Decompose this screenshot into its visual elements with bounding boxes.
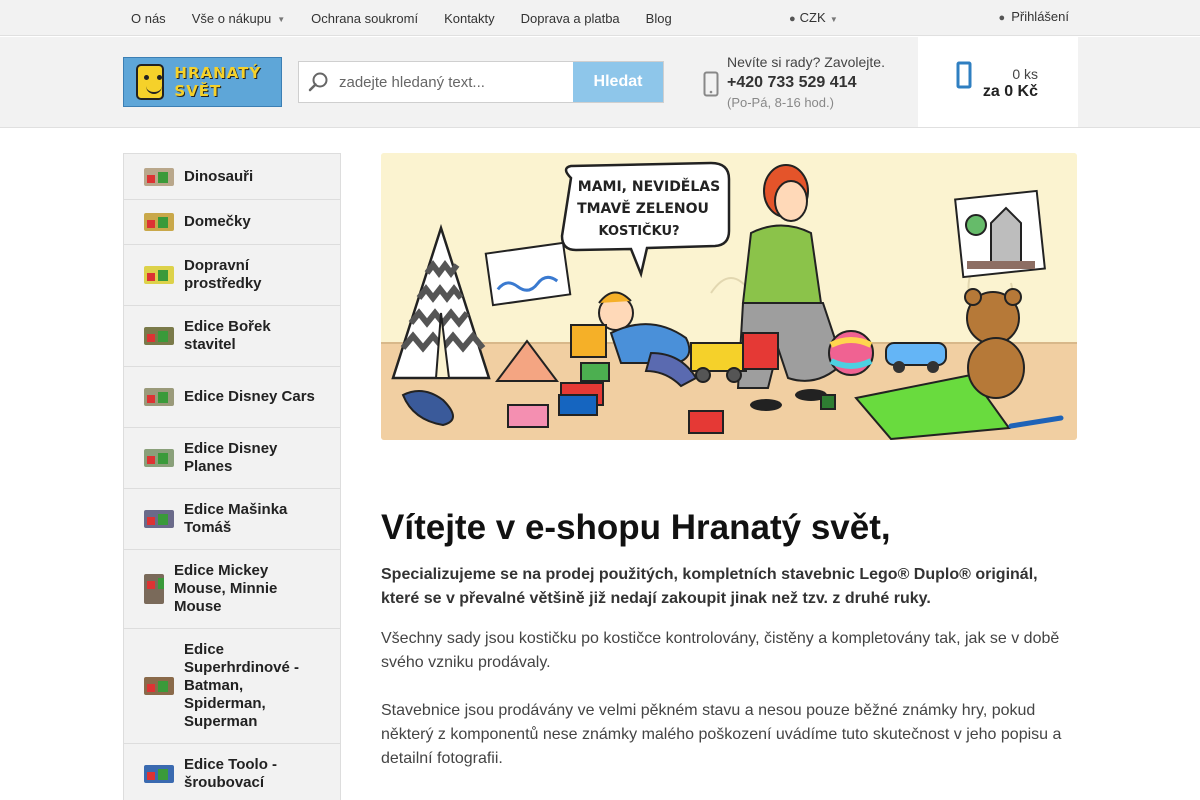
sidebar-item-thomas[interactable]: Edice Mašinka Tomáš (124, 488, 340, 549)
site-logo[interactable]: HRANATÝ SVĚT (123, 57, 282, 107)
banner-illustration: MAMI, NEVIDĚLAS TMAVĚ ZELENOU KOSTIČKU? (381, 153, 1077, 440)
category-thumbnail (144, 327, 174, 345)
sidebar-item-label: Edice Bořek stavitel (184, 318, 271, 353)
category-thumbnail (144, 449, 174, 467)
nav-shopping-info-label: Vše o nákupu (191, 10, 272, 26)
category-thumbnail (144, 266, 174, 284)
coins-icon: ● (789, 13, 796, 25)
sidebar-item-houses[interactable]: Domečky (124, 199, 340, 244)
logo-text: HRANATÝ SVĚT (174, 64, 262, 100)
intro-paragraph-1: Všechny sady jsou kostičku po kostičce k… (381, 630, 1060, 671)
sidebar-item-dinosaurs[interactable]: Dinosauři (124, 154, 340, 199)
category-thumbnail (144, 167, 174, 186)
category-thumbnail (144, 574, 164, 604)
wall-picture-left (484, 241, 572, 307)
help-phone[interactable]: +420 733 529 414 (727, 74, 885, 92)
nav-blog[interactable]: Blog (646, 11, 672, 26)
sidebar-item-label: Edice Disney Cars (184, 388, 315, 405)
header: HRANATÝ SVĚT Hledat Nevíte si rady? Zavo… (0, 37, 1200, 128)
sidebar-item-mickey-minnie[interactable]: Edice Mickey Mouse, Minnie Mouse (124, 549, 340, 628)
sidebar-item-disney-cars[interactable]: Edice Disney Cars (124, 366, 340, 427)
intro-lead: Specializujeme se na prodej použitých, k… (381, 566, 1038, 607)
category-thumbnail (144, 765, 174, 783)
sidebar-item-label: Dinosauři (184, 167, 254, 185)
nav-contacts[interactable]: Kontakty (444, 11, 495, 26)
user-icon: ● (998, 12, 1006, 24)
nav-about[interactable]: O nás (131, 11, 166, 26)
top-bar: O nás Vše o nákupu ▼ Ochrana soukromí Kon… (0, 0, 1200, 36)
logo-face-icon (136, 64, 165, 100)
search-icon (299, 62, 339, 102)
sidebar-item-label: Edice Disney Planes (184, 440, 278, 475)
sidebar-item-disney-planes[interactable]: Edice Disney Planes (124, 427, 340, 488)
search-bar: Hledat (298, 61, 664, 103)
nav-privacy[interactable]: Ochrana soukromí (311, 11, 418, 26)
sidebar-item-label: Edice Mašinka Tomáš (184, 501, 288, 536)
chevron-down-icon: ▼ (277, 14, 286, 24)
cart-count: 0 ks (1012, 66, 1038, 82)
help-contact: Nevíte si rady? Zavolejte. +420 733 529 … (727, 54, 885, 110)
sidebar-item-superheroes[interactable]: Edice Superhrdinové - Batman, Spiderman,… (124, 628, 340, 743)
speech-line-3: KOSTIČKU? (598, 223, 679, 239)
sidebar-item-label: Domečky (184, 213, 251, 230)
help-hours: (Po-Pá, 8-16 hod.) (727, 95, 834, 110)
intro-paragraph-2: Stavebnice jsou prodávány ve velmi pěkné… (381, 702, 1062, 767)
sidebar-item-label: Edice Superhrdinové - Batman, Spiderman,… (184, 641, 300, 730)
page-title: Vítejte v e-shopu Hranatý svět, (381, 508, 891, 547)
nav-shipping-payment[interactable]: Doprava a platba (521, 11, 620, 26)
top-nav: O nás Vše o nákupu ▼ Ochrana soukromí Kon… (118, 0, 685, 36)
category-sidebar: Dinosauři Domečky Dopravní prostředky Ed… (123, 153, 341, 800)
phone-icon (703, 71, 719, 104)
category-thumbnail (144, 388, 174, 406)
speech-line-1: MAMI, NEVIDĚLAS (578, 178, 720, 195)
login-link[interactable]: ● Přihlášení (999, 9, 1069, 24)
help-question: Nevíte si rady? Zavolejte. (727, 54, 885, 70)
search-input[interactable] (339, 62, 573, 102)
sidebar-item-label: Dopravní prostředky (184, 257, 262, 292)
login-label: Přihlášení (1011, 9, 1069, 24)
speech-line-2: TMAVĚ ZELENOU (577, 200, 709, 217)
cart-total: za 0 Kč (982, 83, 1038, 100)
category-thumbnail (144, 213, 174, 231)
sidebar-item-vehicles[interactable]: Dopravní prostředky (124, 244, 340, 305)
sidebar-item-label: Edice Toolo - šroubovací (184, 756, 278, 791)
sidebar-item-label: Edice Mickey Mouse, Minnie Mouse (174, 562, 278, 615)
category-thumbnail (144, 677, 174, 695)
chevron-down-icon: ▼ (827, 15, 838, 24)
sidebar-item-bob-builder[interactable]: Edice Bořek stavitel (124, 305, 340, 366)
nav-shopping-info[interactable]: Vše o nákupu ▼ (192, 11, 285, 26)
currency-selector[interactable]: ● CZK ▼ (789, 10, 838, 25)
cart-widget[interactable]: 0 ks za 0 Kč (918, 37, 1078, 127)
hero-banner[interactable]: MAMI, NEVIDĚLAS TMAVĚ ZELENOU KOSTIČKU? (381, 153, 1077, 440)
search-button[interactable]: Hledat (573, 62, 663, 102)
category-thumbnail (144, 510, 174, 528)
currency-label: CZK (799, 10, 826, 25)
cart-icon (956, 59, 972, 100)
sidebar-item-toolo[interactable]: Edice Toolo - šroubovací (124, 743, 340, 800)
